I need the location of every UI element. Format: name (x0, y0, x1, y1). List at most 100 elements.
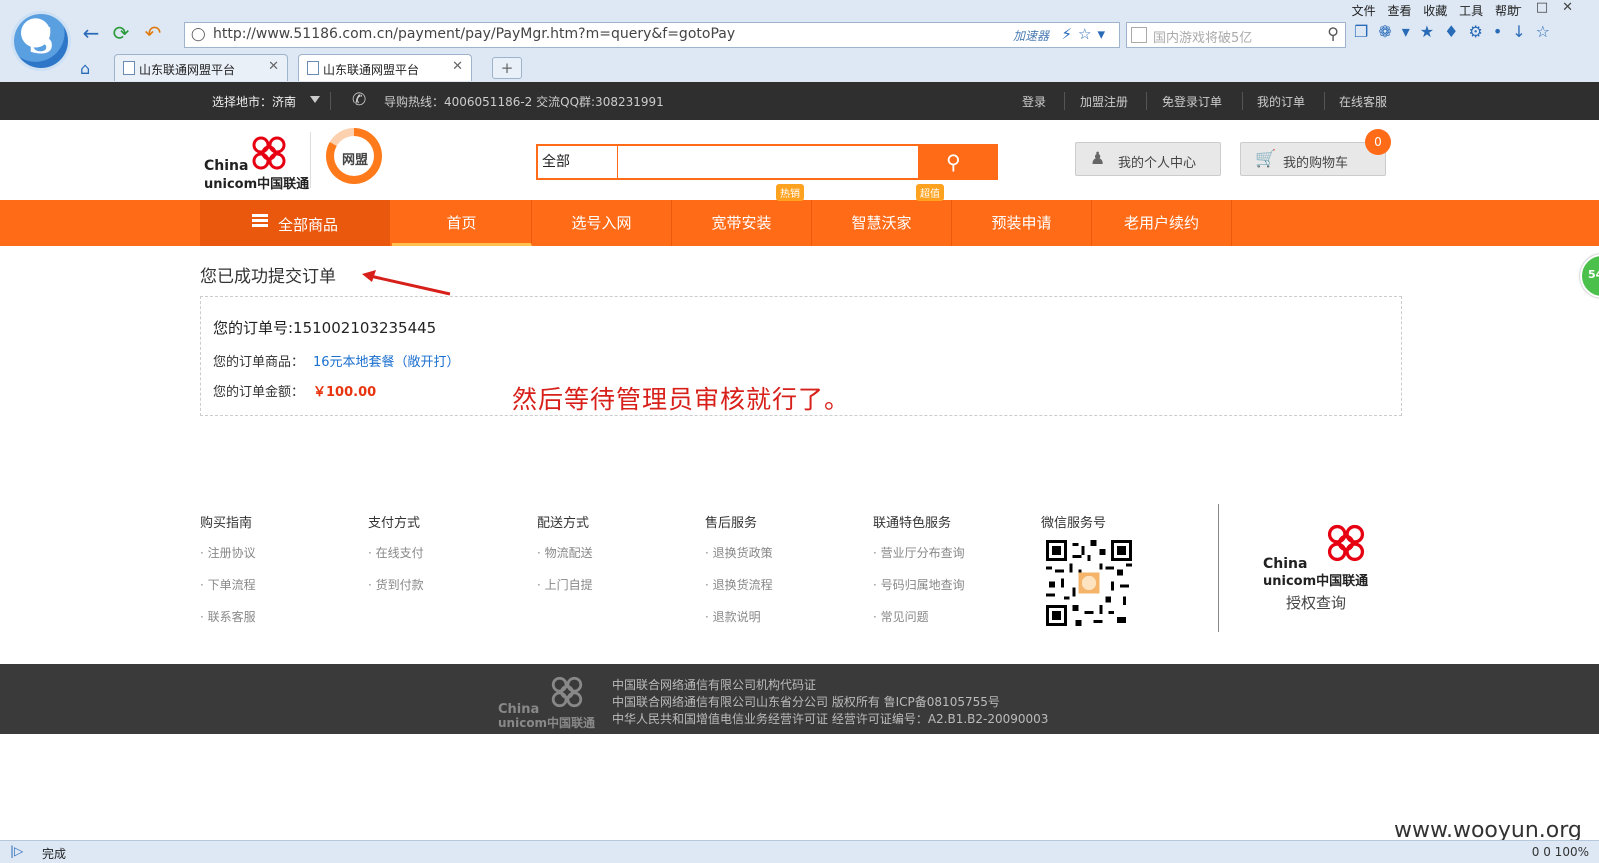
footer-link[interactable]: · 下单流程 (200, 576, 256, 593)
browser-search-placeholder: 国内游戏将破5亿 (1153, 31, 1253, 46)
my-orders-link[interactable]: 我的订单 (1257, 93, 1305, 110)
footer-link-text[interactable]: 号码归属地查询 (881, 578, 965, 592)
browser-search-input[interactable]: 国内游戏将破5亿 ⚲ (1126, 22, 1346, 48)
window-controls[interactable]: —□✕ (1509, 0, 1587, 15)
footer-license: 中华人民共和国增值电信业务经营许可证 经营许可证编号：A2.B1.B2-2009… (612, 712, 1049, 726)
footer-link[interactable]: · 号码归属地查询 (873, 576, 965, 593)
authorization-query-link[interactable]: 授权查询 (1286, 592, 1346, 613)
online-service-link[interactable]: 在线客服 (1339, 93, 1387, 110)
close-icon[interactable]: ✕ (452, 59, 463, 74)
order-number: 您的订单号:151002103235445 (213, 319, 437, 337)
tab-2[interactable]: 山东联通网盟平台 ✕ (298, 54, 472, 81)
search-icon[interactable]: ⚲ (1327, 24, 1339, 43)
footer-link[interactable]: · 营业厅分布查询 (873, 544, 965, 561)
footer-link-text[interactable]: 货到付款 (376, 578, 424, 592)
search-button[interactable]: ⚲ (918, 144, 998, 180)
divider (1242, 92, 1243, 110)
star-icon[interactable]: ⚡☆▾ (1061, 25, 1111, 43)
site-search-input[interactable]: 全部 (536, 144, 922, 180)
footer-link-text[interactable]: 营业厅分布查询 (881, 546, 965, 560)
chevron-down-icon[interactable] (310, 96, 320, 103)
search-engine-icon[interactable] (1131, 27, 1147, 43)
back-arrow-icon[interactable]: ← (80, 22, 102, 44)
order-product-link[interactable]: 16元本地套餐（敞开打） (313, 351, 460, 370)
footer-link-text[interactable]: 物流配送 (545, 546, 593, 560)
menu-view[interactable]: 查看 (1387, 4, 1411, 18)
menu-tools[interactable]: 工具 (1459, 4, 1483, 18)
status-indicators[interactable]: 0 0 100% (1532, 845, 1589, 859)
new-tab-button[interactable]: + (492, 57, 522, 79)
footer-link-text[interactable]: 在线支付 (376, 546, 424, 560)
phone-icon: ✆ (352, 90, 367, 110)
nav-item-preinstall[interactable]: 预装申请 (952, 200, 1092, 246)
personal-center-label: 我的个人中心 (1118, 156, 1197, 171)
address-url[interactable]: http://www.51186.com.cn/payment/pay/PayM… (213, 26, 735, 42)
nav-item-select-number[interactable]: 选号入网 (532, 200, 672, 246)
annotation-arrow (362, 270, 451, 296)
undo-icon[interactable]: ↶ (142, 22, 164, 44)
footer-link[interactable]: · 货到付款 (368, 576, 424, 593)
divider (310, 132, 311, 188)
cart-button[interactable]: 🛒 我的购物车 (1240, 142, 1386, 176)
footer-link[interactable]: · 上门自提 (537, 576, 593, 593)
footer-link-text[interactable]: 退换货流程 (713, 578, 773, 592)
footer-col-title: 联通特色服务 (873, 516, 952, 531)
footer-link-text[interactable]: 退款说明 (713, 610, 761, 624)
footer-link[interactable]: · 常见问题 (873, 608, 929, 625)
footer-org-cert[interactable]: 中国联合网络通信有限公司机构代码证 (612, 676, 816, 693)
footer-link-text[interactable]: 上门自提 (545, 578, 593, 592)
divider (330, 92, 331, 110)
status-bar: |▷ 完成 0 0 100% (0, 840, 1599, 863)
personal-center-button[interactable]: ♟ 我的个人中心 (1075, 142, 1221, 176)
footer-link-text[interactable]: 注册协议 (208, 546, 256, 560)
order-amount-label: 您的订单金额： (213, 385, 305, 400)
china-unicom-logo[interactable] (244, 132, 294, 174)
browser-logo-icon[interactable]: S (14, 14, 68, 68)
play-icon[interactable]: |▷ (10, 844, 23, 858)
footer-link-text[interactable]: 下单流程 (208, 578, 256, 592)
footer-link[interactable]: · 退换货流程 (705, 576, 773, 593)
china-unicom-logo[interactable] (1318, 520, 1374, 566)
wangmeng-text: 网盟 (342, 153, 369, 168)
shield-icon: ◯ (191, 27, 206, 42)
all-products-label: 全部商品 (278, 216, 339, 234)
login-link[interactable]: 登录 (1022, 93, 1046, 110)
refresh-icon[interactable]: ⟳ (110, 22, 132, 44)
menu-favorites[interactable]: 收藏 (1423, 4, 1447, 18)
register-link[interactable]: 加盟注册 (1080, 93, 1128, 110)
nav-item-home[interactable]: 首页 (392, 200, 532, 246)
menu-file[interactable]: 文件 (1352, 4, 1376, 18)
toolbar-icons[interactable]: ❐❁▾★♦⚙•↓☆ (1354, 22, 1560, 41)
floating-widget[interactable]: 54 (1580, 254, 1599, 298)
footer-link[interactable]: · 物流配送 (537, 544, 593, 561)
tab-1[interactable]: 山东联通网盟平台 ✕ (114, 54, 288, 81)
guest-order-link[interactable]: 免登录订单 (1162, 93, 1222, 110)
address-bar[interactable]: ◯ http://www.51186.com.cn/payment/pay/Pa… (184, 22, 1120, 48)
user-icon: ♟ (1090, 149, 1106, 169)
footer-link[interactable]: · 注册协议 (200, 544, 256, 561)
divider (1324, 92, 1325, 110)
brand-unicom: unicom中国联通 (498, 716, 596, 730)
close-icon[interactable]: ✕ (268, 59, 279, 74)
accelerator-label[interactable]: 加速器 (1013, 27, 1049, 44)
nav-item-broadband[interactable]: 宽带安装 (672, 200, 812, 246)
wechat-title: 微信服务号 (1041, 516, 1107, 531)
city-selector[interactable]: 选择地市：济南 (212, 93, 296, 110)
menu-bar[interactable]: 文件 查看 收藏 工具 帮助 (1352, 2, 1519, 19)
nav-item-smart-home[interactable]: 智慧沃家 (812, 200, 952, 246)
footer-link[interactable]: · 联系客服 (200, 608, 256, 625)
footer-link-text[interactable]: 退换货政策 (713, 546, 773, 560)
footer-link-text[interactable]: 常见问题 (881, 610, 929, 624)
status-text: 完成 (42, 847, 67, 861)
search-category-select[interactable]: 全部 (538, 146, 618, 178)
footer-link[interactable]: · 在线支付 (368, 544, 424, 561)
footer-link-text[interactable]: 联系客服 (208, 610, 256, 624)
nav-item-renewal[interactable]: 老用户续约 (1092, 200, 1232, 246)
footer-link[interactable]: · 退款说明 (705, 608, 761, 625)
footer-link[interactable]: · 退换货政策 (705, 544, 773, 561)
qr-code-icon (1046, 540, 1132, 626)
china-unicom-logo (551, 676, 583, 708)
all-products-button[interactable]: 全部商品 (200, 200, 390, 246)
home-icon[interactable]: ⌂ (80, 59, 90, 78)
footer-copyright: 中国联合网络通信有限公司山东省分公司 版权所有 鲁ICP备08105755号 (612, 695, 1000, 709)
